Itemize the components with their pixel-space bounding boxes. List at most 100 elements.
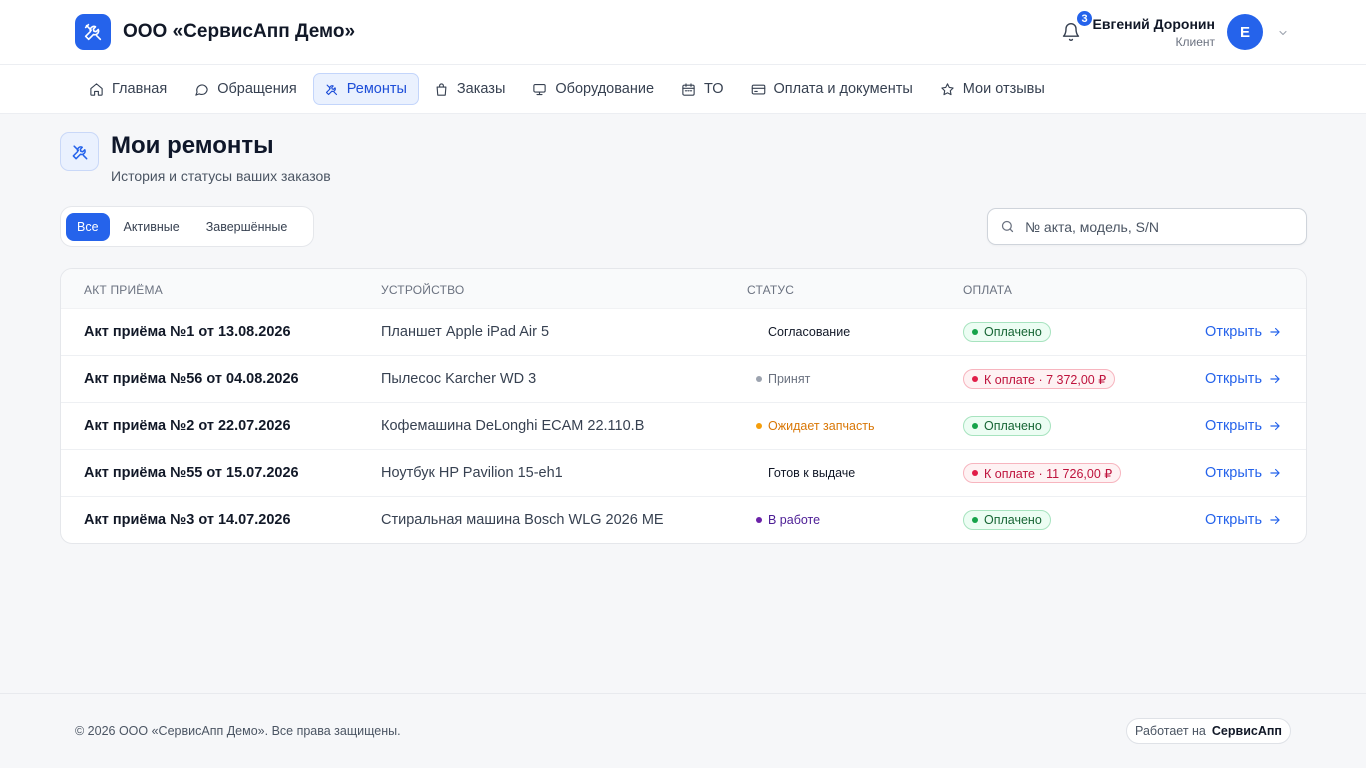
payment-text: Оплачено bbox=[984, 513, 1042, 527]
filter-completed-button[interactable]: Завершённые bbox=[194, 213, 300, 241]
status-dot-icon bbox=[756, 517, 762, 523]
user-role: Клиент bbox=[1175, 35, 1216, 49]
search-box bbox=[987, 208, 1307, 245]
card-icon bbox=[751, 84, 765, 94]
nav-item-label: Ремонты bbox=[346, 81, 407, 97]
table-row[interactable]: Акт приёма №2 от 22.07.2026 Кофемашина D… bbox=[61, 403, 1306, 450]
status-dot-icon bbox=[756, 423, 762, 429]
status-label: Принят bbox=[756, 356, 810, 402]
notifications-count-badge: 3 bbox=[1075, 9, 1094, 28]
nav-item-label: Главная bbox=[112, 81, 168, 97]
nav-item-home[interactable]: Главная bbox=[78, 73, 179, 105]
tools-icon bbox=[325, 84, 337, 95]
open-link[interactable]: Открыть bbox=[1205, 356, 1282, 402]
footer: © 2026 ООО «СервисАпп Демо». Все права з… bbox=[0, 693, 1366, 768]
column-header-status: СТАТУС bbox=[747, 283, 795, 297]
main-nav: Главная Обращения Ремонты Заказы Оборудо… bbox=[0, 65, 1366, 114]
arrow-right-icon bbox=[1270, 327, 1280, 337]
search-icon bbox=[1001, 220, 1014, 233]
powered-by-badge[interactable]: Работает на СервисАпп bbox=[1126, 718, 1291, 744]
table-header: АКТ ПРИЁМА УСТРОЙСТВО СТАТУС ОПЛАТА bbox=[61, 269, 1306, 309]
payment-dot-icon bbox=[972, 470, 978, 476]
payment-badge: К оплате · 11 726,00 ₽ bbox=[963, 463, 1122, 483]
user-name: Евгений Доронин bbox=[1092, 16, 1215, 32]
repairs-table: АКТ ПРИЁМА УСТРОЙСТВО СТАТУС ОПЛАТА Акт … bbox=[60, 268, 1307, 544]
chat-icon bbox=[195, 83, 208, 96]
status-label: В работе bbox=[756, 497, 820, 543]
powered-by-prefix: Работает на bbox=[1135, 724, 1206, 738]
open-link[interactable]: Открыть bbox=[1205, 497, 1282, 543]
nav-item-label: Оплата и документы bbox=[773, 81, 913, 97]
page-title: Мои ремонты bbox=[111, 132, 274, 159]
column-header-device: УСТРОЙСТВО bbox=[381, 283, 465, 297]
open-link[interactable]: Открыть bbox=[1205, 309, 1282, 355]
payment-text: К оплате · 7 372,00 ₽ bbox=[984, 372, 1107, 387]
act-number: Акт приёма №1 от 13.08.2026 bbox=[84, 324, 291, 340]
monitor-icon bbox=[533, 83, 547, 95]
act-number: Акт приёма №56 от 04.08.2026 bbox=[84, 371, 299, 387]
nav-item-requests[interactable]: Обращения bbox=[183, 73, 309, 105]
open-link-label: Открыть bbox=[1205, 324, 1262, 340]
nav-item-repairs[interactable]: Ремонты bbox=[312, 73, 419, 105]
payment-dot-icon bbox=[972, 376, 978, 382]
payment-cell: Оплачено bbox=[963, 497, 1051, 543]
chevron-down-icon[interactable] bbox=[1277, 26, 1289, 38]
status-label: Ожидает запчасть bbox=[756, 403, 874, 449]
nav-item-label: Оборудование bbox=[555, 81, 655, 97]
payment-badge: Оплачено bbox=[963, 510, 1051, 530]
table-row[interactable]: Акт приёма №3 от 14.07.2026 Стиральная м… bbox=[61, 497, 1306, 543]
payment-dot-icon bbox=[972, 329, 978, 335]
nav-item-label: Заказы bbox=[456, 81, 506, 97]
avatar[interactable]: Е bbox=[1227, 14, 1263, 50]
arrow-right-icon bbox=[1270, 468, 1280, 478]
filter-active-button[interactable]: Активные bbox=[112, 213, 192, 241]
payment-text: К оплате · 11 726,00 ₽ bbox=[984, 466, 1113, 481]
device-name: Планшет Apple iPad Air 5 bbox=[381, 324, 550, 340]
payment-badge: Оплачено bbox=[963, 322, 1051, 342]
column-header-act: АКТ ПРИЁМА bbox=[84, 283, 163, 297]
status-label: Согласование bbox=[756, 309, 850, 355]
powered-by-brand: СервисАпп bbox=[1211, 724, 1282, 738]
open-link[interactable]: Открыть bbox=[1205, 450, 1282, 496]
payment-badge: Оплачено bbox=[963, 416, 1051, 436]
search-input[interactable] bbox=[1025, 218, 1285, 235]
device-name: Ноутбук HP Pavilion 15-eh1 bbox=[381, 465, 563, 481]
open-link-label: Открыть bbox=[1205, 418, 1262, 434]
open-link-label: Открыть bbox=[1205, 465, 1262, 481]
top-bar: ООО «СервисАпп Демо» 3 Евгений Доронин К… bbox=[0, 0, 1366, 65]
filter-all-button[interactable]: Все bbox=[66, 212, 110, 241]
nav-item-reviews[interactable]: Мои отзывы bbox=[929, 73, 1057, 105]
open-link-label: Открыть bbox=[1205, 371, 1262, 387]
status-text: Ожидает запчасть bbox=[768, 419, 875, 433]
payment-cell: К оплате · 11 726,00 ₽ bbox=[963, 450, 1122, 496]
home-icon bbox=[90, 82, 103, 96]
nav-item-equipment[interactable]: Оборудование bbox=[521, 73, 666, 105]
nav-item-label: Мои отзывы bbox=[962, 81, 1045, 97]
nav-item-payments[interactable]: Оплата и документы bbox=[740, 73, 925, 105]
act-number: Акт приёма №3 от 14.07.2026 bbox=[84, 512, 291, 528]
payment-dot-icon bbox=[972, 517, 978, 523]
open-link-label: Открыть bbox=[1205, 512, 1262, 528]
tools-icon bbox=[60, 132, 99, 171]
column-header-payment: ОПЛАТА bbox=[963, 283, 1013, 297]
star-icon bbox=[941, 82, 954, 95]
act-number: Акт приёма №2 от 22.07.2026 bbox=[84, 418, 291, 434]
brand-name[interactable]: ООО «СервисАпп Демо» bbox=[123, 21, 355, 43]
act-number: Акт приёма №55 от 15.07.2026 bbox=[84, 465, 299, 481]
payment-text: Оплачено bbox=[984, 325, 1042, 339]
device-name: Кофемашина DeLonghi ECAM 22.110.B bbox=[381, 418, 645, 434]
nav-item-orders[interactable]: Заказы bbox=[423, 73, 517, 105]
nav-item-label: Обращения bbox=[217, 81, 297, 97]
table-row[interactable]: Акт приёма №56 от 04.08.2026 Пылесос Kar… bbox=[61, 356, 1306, 403]
brand-logo-icon[interactable] bbox=[75, 14, 111, 50]
page-subtitle: История и статусы ваших заказов bbox=[111, 168, 331, 184]
payment-cell: К оплате · 7 372,00 ₽ bbox=[963, 356, 1116, 402]
status-text: В работе bbox=[768, 513, 821, 527]
table-row[interactable]: Акт приёма №1 от 13.08.2026 Планшет Appl… bbox=[61, 309, 1306, 356]
table-row[interactable]: Акт приёма №55 от 15.07.2026 Ноутбук HP … bbox=[61, 450, 1306, 497]
calendar-icon bbox=[682, 82, 695, 96]
device-name: Стиральная машина Bosch WLG 2026 ME bbox=[381, 512, 664, 528]
nav-item-maintenance[interactable]: ТО bbox=[670, 73, 735, 105]
status-dot-icon bbox=[756, 376, 762, 382]
open-link[interactable]: Открыть bbox=[1205, 403, 1282, 449]
